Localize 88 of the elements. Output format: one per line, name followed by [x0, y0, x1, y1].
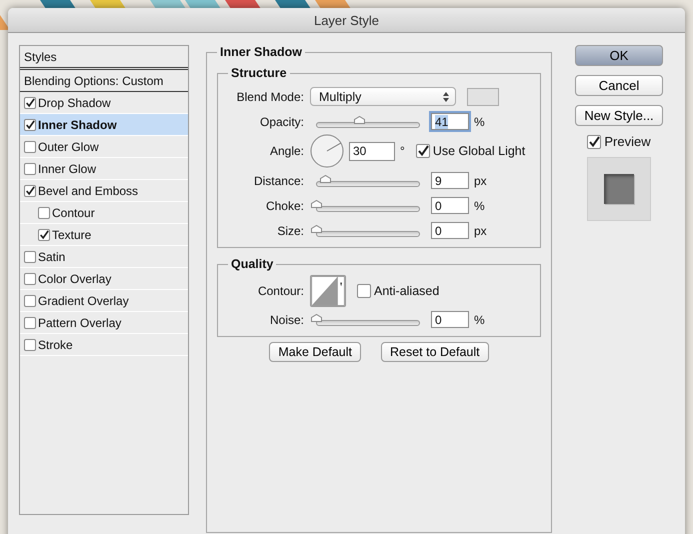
value-field[interactable]: 0 — [431, 311, 469, 328]
checkbox[interactable] — [24, 272, 36, 284]
style-label: Inner Glow — [38, 162, 96, 176]
dialog-button[interactable]: OK — [575, 45, 663, 66]
checkbox[interactable] — [24, 162, 36, 174]
field-label: Choke: — [266, 198, 304, 212]
checkbox[interactable] — [38, 228, 50, 240]
style-label: Satin — [38, 250, 66, 264]
slider-thumb[interactable] — [320, 174, 332, 182]
style-item[interactable]: Inner Shadow — [20, 114, 188, 136]
dialog-button[interactable]: Cancel — [575, 75, 663, 96]
style-item[interactable]: Pattern Overlay — [20, 312, 188, 334]
style-label: Pattern Overlay — [38, 316, 122, 330]
checkbox[interactable] — [416, 144, 430, 158]
list-header: Styles — [24, 50, 57, 64]
group-title: Inner Shadow — [217, 45, 305, 59]
value-field[interactable]: 41 — [431, 113, 469, 130]
unit-label: px — [474, 174, 487, 188]
field-label: Noise: — [270, 312, 304, 326]
default-button[interactable]: Make Default — [269, 342, 361, 362]
style-item[interactable]: Bevel and Emboss — [20, 180, 188, 202]
style-label: Color Overlay — [38, 272, 112, 286]
style-item[interactable]: Inner Glow — [20, 158, 188, 180]
field-value: 0 — [435, 224, 442, 238]
field-label: Distance: — [254, 174, 304, 188]
unit-label: % — [474, 114, 485, 128]
style-item[interactable]: Texture — [20, 224, 188, 246]
angle-field[interactable]: 30 — [349, 142, 395, 160]
checkbox[interactable] — [24, 338, 36, 350]
checkbox[interactable] — [24, 294, 36, 306]
field-value: 41 — [435, 114, 448, 128]
field-value: 0 — [435, 312, 442, 326]
degree-label: ° — [400, 144, 405, 158]
value-field[interactable]: 0 — [431, 197, 469, 214]
checkbox[interactable] — [587, 134, 602, 148]
checkbox-label: Use Global Light — [432, 144, 526, 158]
blend-mode-dropdown[interactable]: Multiply — [310, 87, 456, 106]
field-label: Contour: — [258, 284, 304, 298]
style-item[interactable]: Outer Glow — [20, 136, 188, 158]
color-swatch[interactable] — [467, 88, 499, 106]
checkbox[interactable] — [24, 140, 36, 152]
checkbox-label: Anti-aliased — [374, 284, 440, 298]
style-item[interactable]: Color Overlay — [20, 268, 188, 290]
checkbox[interactable] — [24, 250, 36, 262]
group-title: Structure — [228, 66, 290, 80]
angle-dial[interactable] — [310, 134, 344, 168]
field-label: Opacity: — [260, 114, 304, 128]
group-title: Quality — [228, 257, 276, 271]
style-label: Gradient Overlay — [38, 294, 129, 308]
checkbox[interactable] — [24, 96, 36, 108]
style-item[interactable]: Gradient Overlay — [20, 290, 188, 312]
field-label: Size: — [277, 224, 304, 238]
slider-thumb[interactable] — [311, 224, 322, 232]
field-value: 0 — [435, 198, 442, 212]
style-item[interactable]: Satin — [20, 246, 188, 268]
checkbox[interactable] — [24, 316, 36, 328]
style-label: Drop Shadow — [38, 96, 111, 110]
unit-label: % — [474, 198, 485, 212]
style-label: Inner Shadow — [38, 118, 117, 132]
checkbox[interactable] — [357, 284, 371, 298]
value-field[interactable]: 0 — [431, 222, 469, 239]
dialog-button[interactable]: New Style... — [575, 105, 663, 126]
slider-thumb[interactable] — [311, 314, 322, 322]
blending-options-item[interactable]: Blending Options: Custom — [20, 70, 188, 92]
checkbox-label: Preview — [604, 134, 651, 149]
field-label: Blend Mode: — [236, 90, 304, 104]
style-label: Stroke — [38, 338, 73, 352]
checkbox[interactable] — [24, 118, 36, 130]
checkbox[interactable] — [38, 206, 50, 218]
unit-label: % — [474, 312, 485, 326]
checkbox[interactable] — [24, 184, 36, 196]
updown-arrows-icon — [443, 92, 449, 102]
style-item[interactable]: Contour — [20, 202, 188, 224]
preview-swatch — [587, 157, 651, 221]
style-label: Bevel and Emboss — [38, 184, 138, 198]
style-label: Contour — [52, 206, 95, 220]
window-title: Layer Style — [314, 12, 380, 28]
style-label: Texture — [52, 228, 92, 242]
style-item[interactable]: Stroke — [20, 334, 188, 356]
field-label: Angle: — [270, 144, 304, 158]
style-label: Outer Glow — [38, 140, 99, 154]
slider-thumb[interactable] — [354, 116, 365, 124]
unit-label: px — [474, 224, 487, 238]
contour-picker[interactable] — [310, 275, 346, 307]
slider-thumb[interactable] — [311, 200, 322, 208]
field-value: 9 — [435, 174, 442, 188]
value-field[interactable]: 9 — [431, 172, 469, 189]
default-button[interactable]: Reset to Default — [381, 342, 489, 362]
